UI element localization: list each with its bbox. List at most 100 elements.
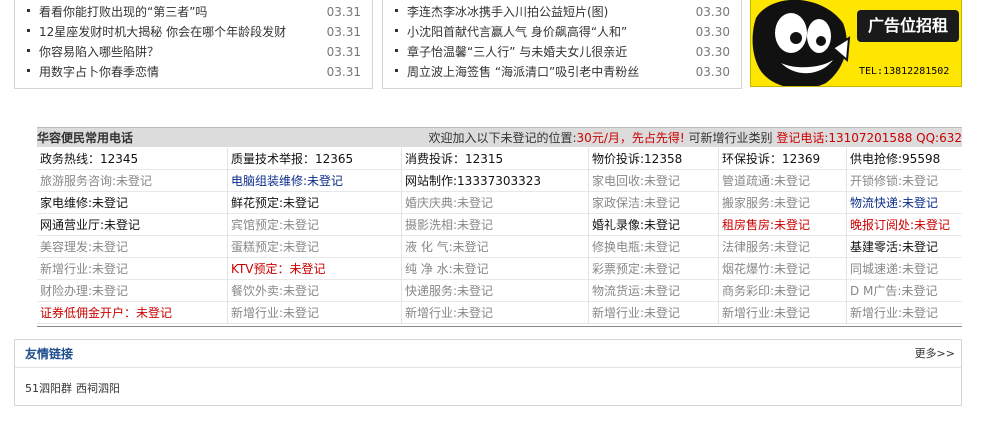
phone-entry[interactable]: 法律服务:未登记 [719,236,847,258]
phone-row: 网通营业厅:未登记 宾馆预定:未登记 摄影洗相:未登记 婚礼录像:未登记 租房售房:未登… [37,214,962,236]
news-list-middle: 李连杰李冰冰携手入川拍公益短片(图) 03.30 小沈阳首献代言赢人气 身价飙高得“… [382,0,742,89]
phone-entry[interactable]: 新增行业:未登记 [228,302,402,324]
bullet-icon [395,49,398,52]
phone-entry[interactable]: 网站制作:13337303323 [402,170,589,192]
phone-entry[interactable]: 财险办理:未登记 [37,280,228,302]
phone-entry[interactable]: 政务热线：12345 [37,148,228,170]
phone-directory: 华容便民常用电话 欢迎加入以下未登记的位置:30元/月，先占先得! 可新增行业类… [37,127,962,327]
notice-mid: 可新增行业类别 [684,131,777,145]
bullet-icon [27,29,30,32]
phone-entry[interactable]: 网通营业厅:未登记 [37,214,228,236]
phone-entry[interactable]: 开锁修锁:未登记 [847,170,962,192]
phone-entry[interactable]: 家电回收:未登记 [589,170,719,192]
phone-entry[interactable]: 晚报订阅处:未登记 [847,214,962,236]
phone-entry[interactable]: D M广告:未登记 [847,280,962,302]
phone-entry[interactable]: 商务彩印:未登记 [719,280,847,302]
phone-entry[interactable]: 同城速递:未登记 [847,258,962,280]
news-item[interactable]: 看看你能打败出现的“第三者”吗 03.31 [27,2,364,22]
phone-entry[interactable]: 宾馆预定:未登记 [228,214,402,236]
phone-entry[interactable]: 证券低佣金开户：未登记 [37,302,228,324]
news-date: 03.30 [695,25,730,39]
phone-entry[interactable]: 烟花爆竹:未登记 [719,258,847,280]
phone-entry[interactable]: 婚庆庆典:未登记 [402,192,589,214]
phone-entry[interactable]: 新增行业:未登记 [37,258,228,280]
phone-entry[interactable]: 质量技术举报：12365 [228,148,402,170]
friend-links-more-link[interactable]: 更多>> [915,340,955,368]
news-title[interactable]: 你容易陷入哪些陷阱？ [39,45,159,59]
news-item[interactable]: 你容易陷入哪些陷阱？ 03.31 [27,42,364,62]
phone-directory-title: 华容便民常用电话 [37,131,134,145]
phone-row: 旅游服务咨询:未登记 电脑组装维修:未登记 网站制作:13337303323 家电回收… [37,170,962,192]
news-date: 03.31 [326,65,361,79]
phone-row: 政务热线：12345 质量技术举报：12365 消费投诉：12315 物价投诉:123… [37,148,962,170]
news-date: 03.30 [695,5,730,19]
news-item[interactable]: 周立波上海签售 “海派清口”吸引老中青粉丝 03.30 [395,62,733,82]
phone-entry[interactable]: 纯 净 水:未登记 [402,258,589,280]
phone-entry[interactable]: 新增行业:未登记 [847,302,962,324]
phone-entry[interactable]: 搬家服务:未登记 [719,192,847,214]
friend-links-header: 友情链接 更多>> [15,340,961,368]
phone-row: 美容理发:未登记 蛋糕预定:未登记液 化 气:未登记 修换电瓶:未登记 法律服务:未登… [37,236,962,258]
phone-row: 家电维修:未登记 鲜花预定:未登记 婚庆庆典:未登记 家政保洁:未登记 搬家服务:未登记… [37,192,962,214]
phone-entry[interactable]: 美容理发:未登记 [37,236,228,258]
phone-entry[interactable]: 液 化 气:未登记 [402,236,589,258]
phone-entry[interactable]: 摄影洗相:未登记 [402,214,589,236]
phone-entry[interactable]: 修换电瓶:未登记 [589,236,719,258]
phone-entry[interactable]: 快递服务:未登记 [402,280,589,302]
news-title[interactable]: 看看你能打败出现的“第三者”吗 [39,5,207,19]
news-title[interactable]: 12星座发财时机大揭秘 你会在哪个年龄段发财 [39,25,286,39]
news-date: 03.30 [695,45,730,59]
news-title[interactable]: 用数字占卜你春季恋情 [39,65,159,79]
phone-entry[interactable]: 新增行业:未登记 [402,302,589,324]
phone-directory-grid: 政务热线：12345 质量技术举报：12365 消费投诉：12315 物价投诉:123… [37,148,962,324]
news-title[interactable]: 李连杰李冰冰携手入川拍公益短片(图) [407,5,608,19]
notice-contact: 登记电话:13107201588 QQ:632 [776,131,962,145]
news-item[interactable]: 用数字占卜你春季恋情 03.31 [27,62,364,82]
bullet-icon [27,69,30,72]
news-title[interactable]: 小沈阳首献代言赢人气 身价飙高得“人和” [407,25,627,39]
phone-entry[interactable]: 新增行业:未登记 [719,302,847,324]
phone-entry[interactable]: 蛋糕预定:未登记 [228,236,402,258]
ad-banner[interactable]: 广告位招租 TEL:13812281502 [750,0,962,87]
news-date: 03.31 [326,5,361,19]
bullet-icon [27,49,30,52]
phone-entry[interactable]: 家政保洁:未登记 [589,192,719,214]
friend-links-title: 友情链接 [25,347,74,361]
phone-entry[interactable]: 租房售房:未登记 [719,214,847,236]
phone-entry[interactable]: 基建零活:未登记 [847,236,962,258]
phone-entry[interactable]: 物流快递:未登记 [847,192,962,214]
phone-entry[interactable]: 物价投诉:12358 [589,148,719,170]
friend-link[interactable]: 西祠泗阳 [76,382,120,395]
bullet-icon [395,29,398,32]
news-title[interactable]: 周立波上海签售 “海派清口”吸引老中青粉丝 [407,65,639,79]
phone-entry[interactable]: 婚礼录像:未登记 [589,214,719,236]
news-item[interactable]: 李连杰李冰冰携手入川拍公益短片(图) 03.30 [395,2,733,22]
phone-entry[interactable]: 电脑组装维修:未登记 [228,170,402,192]
news-item[interactable]: 12星座发财时机大揭秘 你会在哪个年龄段发财 03.31 [27,22,364,42]
ad-phone: TEL:13812281502 [859,66,950,77]
phone-entry[interactable]: 物流货运:未登记 [589,280,719,302]
phone-entry[interactable]: 新增行业:未登记 [589,302,719,324]
news-date: 03.31 [326,45,361,59]
phone-entry[interactable]: 鲜花预定:未登记 [228,192,402,214]
news-title[interactable]: 章子怡温馨“三人行” 与未婚夫女儿很亲近 [407,45,627,59]
news-list-left: 看看你能打败出现的“第三者”吗 03.31 12星座发财时机大揭秘 你会在哪个年龄段… [14,0,373,89]
cartoon-mascot-icon [751,0,851,86]
news-date: 03.30 [695,65,730,79]
phone-entry[interactable]: 供电抢修:95598 [847,148,962,170]
friend-links-panel: 友情链接 更多>> 51泗阳群 西祠泗阳 [14,339,962,406]
registration-notice: 欢迎加入以下未登记的位置:30元/月，先占先得! 可新增行业类别 登记电话:13… [429,128,963,148]
phone-entry[interactable]: 消费投诉：12315 [402,148,589,170]
phone-entry[interactable]: 管道疏通:未登记 [719,170,847,192]
phone-entry[interactable]: 家电维修:未登记 [37,192,228,214]
phone-entry[interactable]: 彩票预定:未登记 [589,258,719,280]
phone-entry[interactable]: 餐饮外卖:未登记 [228,280,402,302]
phone-entry[interactable]: KTV预定：未登记 [228,258,402,280]
phone-entry[interactable]: 环保投诉：12369 [719,148,847,170]
friend-link[interactable]: 51泗阳群 [25,382,72,395]
news-item[interactable]: 章子怡温馨“三人行” 与未婚夫女儿很亲近 03.30 [395,42,733,62]
news-item[interactable]: 小沈阳首献代言赢人气 身价飙高得“人和” 03.30 [395,22,733,42]
phone-entry[interactable]: 旅游服务咨询:未登记 [37,170,228,192]
bullet-icon [27,9,30,12]
news-date: 03.31 [326,25,361,39]
